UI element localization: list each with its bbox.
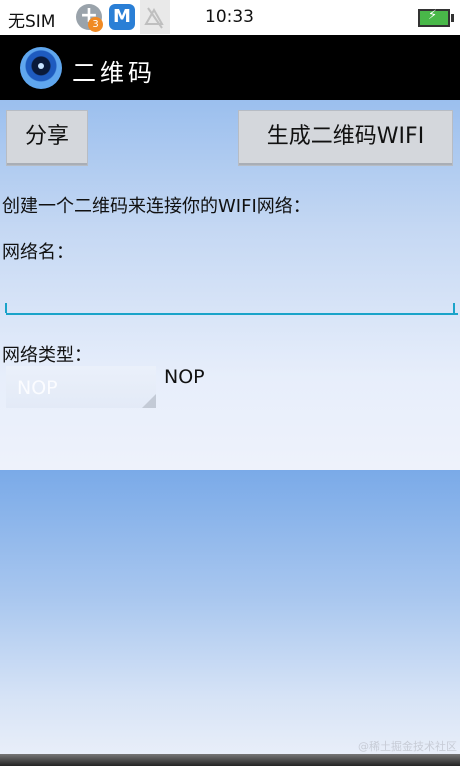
bottom-bar (0, 754, 460, 766)
input-edge-left (5, 303, 7, 313)
main-content: 分享 生成二维码WIFI 创建一个二维码来连接你的WIFI网络： 网络名： 网络… (0, 100, 460, 470)
network-name-input[interactable] (6, 265, 458, 315)
page-title: 二维码 (72, 59, 156, 87)
watermark: @稀土掘金技术社区 (358, 740, 457, 753)
m-app-icon: M (109, 4, 135, 30)
notification-badge: 3 (88, 17, 103, 32)
spinner-dropdown-icon (142, 394, 156, 408)
network-type-label: 网络类型： (2, 345, 92, 366)
share-button[interactable]: 分享 (6, 110, 88, 166)
background-area (0, 470, 460, 754)
no-signal-icon (140, 0, 170, 34)
generate-qr-wifi-button[interactable]: 生成二维码WIFI (238, 110, 453, 166)
battery-charging-icon: ⚡ (418, 8, 454, 27)
app-title-bar: 二维码 (0, 35, 460, 100)
app-logo-icon (20, 47, 62, 89)
sim-status: 无SIM (8, 12, 56, 32)
network-name-label: 网络名： (2, 242, 74, 263)
intro-text: 创建一个二维码来连接你的WIFI网络： (2, 196, 311, 217)
status-bar: 无SIM + 3 M 10:33 ⚡ (0, 0, 460, 35)
selected-network-type: NOP (164, 366, 205, 388)
spinner-value: NOP (17, 377, 58, 399)
network-type-spinner[interactable]: NOP (6, 366, 156, 408)
input-edge-right (453, 303, 455, 313)
clock: 10:33 (205, 7, 254, 27)
